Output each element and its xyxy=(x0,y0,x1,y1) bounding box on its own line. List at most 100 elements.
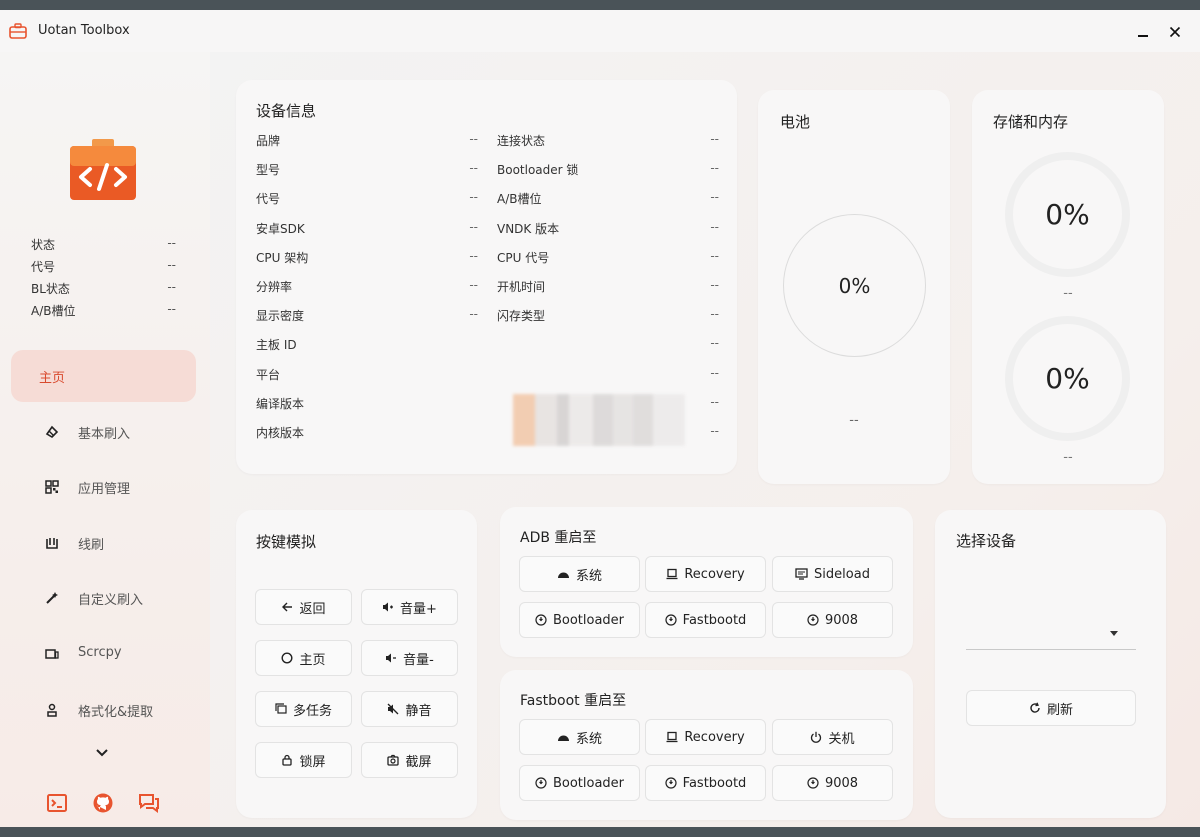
device-status-summary: 状态 -- 代号 -- BL状态 -- A/B槽位 -- xyxy=(31,236,176,324)
battery-gauge: 0% xyxy=(783,214,926,357)
sidebar-item-wired-flash[interactable]: 线刷 xyxy=(11,517,196,569)
memory-detail: -- xyxy=(1063,450,1073,465)
battery-title: 电池 xyxy=(780,113,811,131)
battery-percent: 0% xyxy=(838,273,871,298)
app-window: Uotan Toolbox 状态 -- 代号 -- BL状态 -- A/B槽位 -- 主… xyxy=(0,10,1200,827)
back-button[interactable]: 返回 xyxy=(255,589,352,625)
adb-reboot-title: ADB 重启至 xyxy=(520,530,597,546)
toolbox-icon xyxy=(9,23,27,39)
monitor-icon xyxy=(795,568,808,580)
info-build-version: 编译版本 xyxy=(256,396,305,411)
screenshot-button[interactable]: 截屏 xyxy=(361,742,458,778)
info-codename: 代号 -- xyxy=(256,190,478,207)
ab-slot-row: A/B槽位 -- xyxy=(31,302,176,318)
fastboot-reboot-bootloader-button[interactable]: Bootloader xyxy=(519,765,640,801)
minimize-icon xyxy=(1138,35,1148,37)
adb-reboot-recovery-button[interactable]: Recovery xyxy=(645,556,766,592)
window-title: Uotan Toolbox xyxy=(38,23,130,38)
sidebar-item-label: 自定义刷入 xyxy=(78,593,144,609)
sidebar-item-label: 格式化&提取 xyxy=(78,704,154,720)
sidebar-item-app-management[interactable]: 应用管理 xyxy=(11,461,196,513)
sidebar-item-custom-flash[interactable]: 自定义刷入 xyxy=(11,572,196,624)
camera-icon xyxy=(387,754,400,766)
title-bar: Uotan Toolbox xyxy=(0,10,1200,52)
info-android-sdk: 安卓SDK -- xyxy=(256,219,478,236)
power-icon xyxy=(811,731,822,743)
minimize-button[interactable] xyxy=(1128,18,1158,46)
fastboot-reboot-fastbootd-button[interactable]: Fastbootd xyxy=(645,765,766,801)
reboot-icon xyxy=(807,614,819,626)
info-kernel-version: 内核版本 xyxy=(256,425,305,440)
adb-reboot-bootloader-button[interactable]: Bootloader xyxy=(519,602,640,638)
volume-up-icon xyxy=(383,602,394,612)
adb-reboot-edl-button[interactable]: 9008 xyxy=(772,602,893,638)
android-icon xyxy=(557,572,569,578)
adb-reboot-fastbootd-button[interactable]: Fastbootd xyxy=(645,602,766,638)
info-brand: 品牌 -- xyxy=(256,132,478,148)
info-ab-slot: A/B槽位 -- xyxy=(497,190,719,207)
chevron-down-icon[interactable] xyxy=(94,746,110,760)
select-device-title: 选择设备 xyxy=(956,532,1017,550)
memory-gauge: 0% xyxy=(1005,316,1130,441)
wired-flash-icon xyxy=(46,537,58,549)
memory-percent: 0% xyxy=(1045,362,1090,395)
multitask-button[interactable]: 多任务 xyxy=(255,691,352,727)
caret-down-icon xyxy=(1110,631,1118,636)
device-select[interactable] xyxy=(966,610,1136,650)
volume-down-icon xyxy=(386,653,397,663)
feedback-icon[interactable] xyxy=(138,792,160,814)
terminal-icon[interactable] xyxy=(46,792,68,814)
select-device-card: 选择设备 刷新 xyxy=(935,510,1166,818)
refresh-button[interactable]: 刷新 xyxy=(966,690,1136,726)
sidebar-item-basic-flash[interactable]: 基本刷入 xyxy=(11,406,196,458)
multitask-icon xyxy=(275,703,287,714)
sidebar-item-label: Scrcpy xyxy=(78,644,122,660)
sidebar-item-label: 基本刷入 xyxy=(78,426,131,442)
mute-button[interactable]: 静音 xyxy=(361,691,458,727)
main-content: 设备信息 品牌 -- 型号 -- 代号 -- 安卓SDK -- CPU 架构 -- 分辨率… xyxy=(210,52,1200,827)
storage-detail: -- xyxy=(1063,286,1073,301)
volume-up-button[interactable]: 音量+ xyxy=(361,589,458,625)
info-board-id: 主板 ID xyxy=(256,338,297,353)
sidebar-item-home[interactable]: 主页 xyxy=(11,350,196,402)
sidebar-nav: 主页 基本刷入 应用管理 线刷 自定义刷入 Scrcpy 格式化&提取 xyxy=(11,350,196,739)
screen-icon xyxy=(45,649,59,659)
sidebar-item-scrcpy[interactable]: Scrcpy xyxy=(11,628,196,680)
sidebar-item-format-extract[interactable]: 格式化&提取 xyxy=(11,684,196,736)
lock-icon xyxy=(282,754,293,766)
refresh-icon xyxy=(1030,702,1040,713)
bl-status-row: BL状态 -- xyxy=(31,280,176,296)
fastboot-reboot-edl-button[interactable]: 9008 xyxy=(772,765,893,801)
sidebar: 状态 -- 代号 -- BL状态 -- A/B槽位 -- 主页 基本刷入 应用管理 线刷 xyxy=(0,52,210,827)
github-icon[interactable] xyxy=(92,792,114,814)
reboot-icon xyxy=(535,614,547,626)
mute-icon xyxy=(388,703,399,715)
info-platform-value: -- xyxy=(710,365,719,380)
lock-screen-button[interactable]: 锁屏 xyxy=(255,742,352,778)
device-info-card: 设备信息 品牌 -- 型号 -- 代号 -- 安卓SDK -- CPU 架构 -- 分辨率… xyxy=(236,80,737,474)
home-key-button[interactable]: 主页 xyxy=(255,640,352,676)
fastboot-reboot-card: Fastboot 重启至 系统 Recovery 关机 Bootloader F… xyxy=(500,670,913,820)
laptop-icon xyxy=(666,568,678,580)
info-vndk-version: VNDK 版本 -- xyxy=(497,219,719,236)
battery-card: 电池 0% -- xyxy=(758,90,950,484)
apps-icon xyxy=(45,480,59,494)
fastboot-reboot-recovery-button[interactable]: Recovery xyxy=(645,719,766,755)
info-model: 型号 -- xyxy=(256,161,478,178)
device-info-left-column: 品牌 -- 型号 -- 代号 -- 安卓SDK -- CPU 架构 -- 分辨率 -- 显示… xyxy=(256,130,478,451)
adb-reboot-system-button[interactable]: 系统 xyxy=(519,556,640,592)
info-board-id-value: -- xyxy=(710,336,719,351)
info-bootloader-lock: Bootloader 锁 -- xyxy=(497,161,719,178)
adb-reboot-sideload-button[interactable]: Sideload xyxy=(772,556,893,592)
fastboot-reboot-title: Fastboot 重启至 xyxy=(520,693,627,709)
device-info-title: 设备信息 xyxy=(256,102,317,120)
info-density: 显示密度 -- xyxy=(256,307,478,324)
key-sim-title: 按键模拟 xyxy=(256,533,317,551)
codename-row: 代号 -- xyxy=(31,258,176,274)
close-button[interactable] xyxy=(1160,18,1190,46)
reboot-icon xyxy=(665,614,677,626)
fastboot-poweroff-button[interactable]: 关机 xyxy=(772,719,893,755)
info-flash-type: 闪存类型 -- xyxy=(497,307,719,324)
fastboot-reboot-system-button[interactable]: 系统 xyxy=(519,719,640,755)
volume-down-button[interactable]: 音量- xyxy=(361,640,458,676)
